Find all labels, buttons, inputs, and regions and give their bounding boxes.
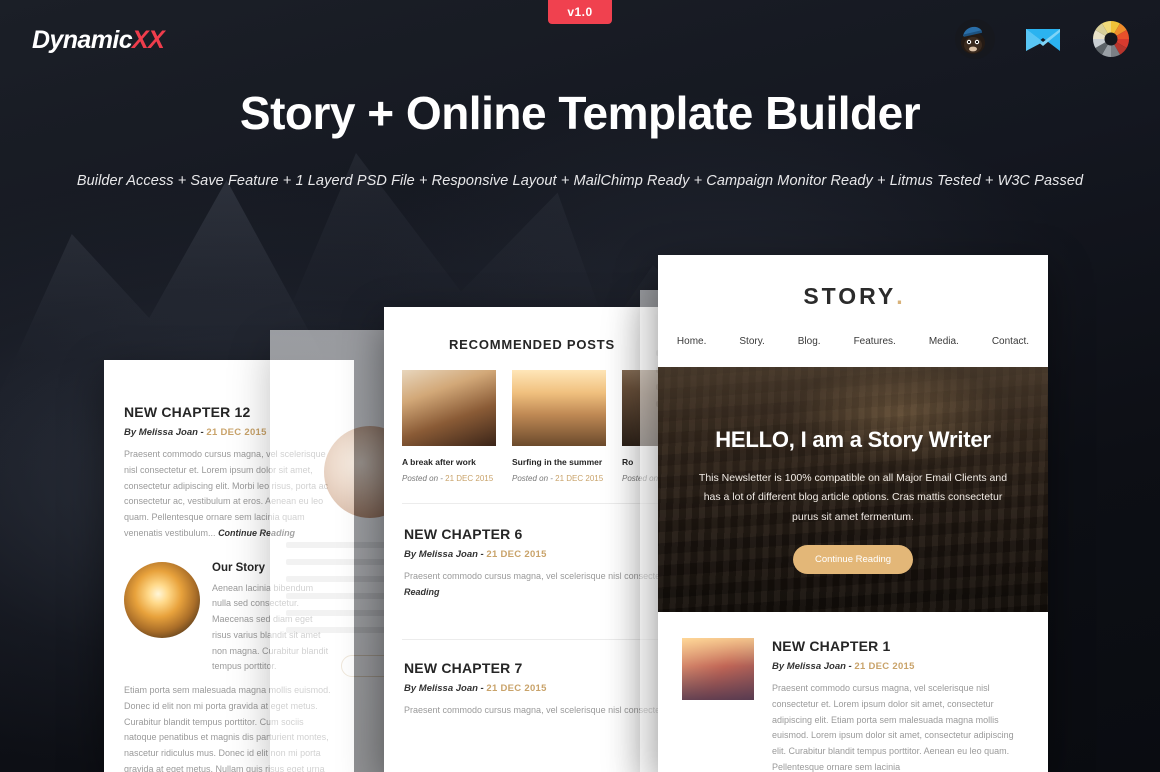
post-author: By Melissa Joan - <box>404 549 484 560</box>
post-author: By Melissa Joan - <box>124 427 204 438</box>
preview-card-right: STORY. Home. Story. Blog. Features. Medi… <box>658 255 1048 772</box>
mailchimp-icon <box>954 18 996 60</box>
hero-continue-reading-button[interactable]: Continue Reading <box>792 545 914 575</box>
brand-name-accent: XX <box>132 26 165 54</box>
preview-card-middle: RECOMMENDED POSTS A break after work Pos… <box>384 307 680 772</box>
nav-item-blog[interactable]: Blog. <box>798 336 821 347</box>
posted-label: Posted on - <box>402 474 443 483</box>
chapter-title: NEW CHAPTER 1 <box>772 638 891 654</box>
version-badge: v1.0 <box>548 0 612 24</box>
thumbnail-meta: Posted on - 21 DEC 2015 <box>512 474 606 483</box>
hero-title: HELLO, I am a Story Writer <box>715 427 991 452</box>
post-title: NEW CHAPTER 6 <box>404 526 523 542</box>
page-title: Story + Online Template Builder <box>239 87 921 139</box>
page-subtitle: Builder Access + Save Feature + 1 Layerd… <box>76 173 1084 189</box>
post-meta: By Melissa Joan - 21 DEC 2015 <box>404 549 660 560</box>
our-story-image <box>124 561 200 638</box>
client-icon-group <box>954 18 1132 60</box>
chapter-date: 21 DEC 2015 <box>854 661 915 672</box>
thumbnail-date: 21 DEC 2015 <box>555 474 604 483</box>
recommended-thumbnails: A break after work Posted on - 21 DEC 20… <box>384 370 680 483</box>
chapter-author: By Melissa Joan - <box>772 661 852 672</box>
thumbnail-title: Surfing in the summer <box>512 457 603 467</box>
promo-screenshot: v1.0 DynamicXX Story + Online Template B… <box>0 0 1160 772</box>
chapter-meta: By Melissa Joan - 21 DEC 2015 <box>772 661 1024 672</box>
nav-item-features[interactable]: Features. <box>854 336 896 347</box>
brand-logo: DynamicXX <box>32 26 165 55</box>
thumbnail-item[interactable]: Surfing in the summer Posted on - 21 DEC… <box>512 370 606 483</box>
nav-item-home[interactable]: Home. <box>677 336 706 347</box>
color-wheel-icon <box>1090 18 1132 60</box>
brand-name-primary: Dynamic <box>32 26 133 54</box>
post-body: Praesent commodo cursus magna, vel scele… <box>404 704 660 715</box>
hero-banner: HELLO, I am a Story Writer This Newslett… <box>658 367 1048 612</box>
story-logo-text: STORY <box>803 283 897 309</box>
posted-label: Posted on - <box>512 474 553 483</box>
campaign-monitor-icon <box>1022 18 1064 60</box>
nav-item-media[interactable]: Media. <box>929 336 959 347</box>
chapter-thumbnail-image <box>682 638 754 700</box>
post-body: Praesent commodo cursus magna, vel scele… <box>404 569 660 585</box>
thumbnail-image <box>512 370 606 446</box>
thumbnail-meta: Posted on - 21 DEC 2015 <box>402 474 496 483</box>
nav-item-story[interactable]: Story. <box>739 336 764 347</box>
chapter-preview-row: NEW CHAPTER 1 By Melissa Joan - 21 DEC 2… <box>658 612 1048 772</box>
post-date: 21 DEC 2015 <box>486 682 547 694</box>
continue-reading-tail: Reading <box>404 585 660 601</box>
continue-reading-link[interactable]: Reading <box>404 587 440 597</box>
post-meta: By Melissa Joan - 21 DEC 2015 <box>404 683 660 694</box>
post-date: 21 DEC 2015 <box>486 549 547 560</box>
thumbnail-date: 21 DEC 2015 <box>445 474 494 483</box>
story-logo: STORY. <box>658 255 1048 310</box>
nav-item-contact[interactable]: Contact. <box>992 336 1029 347</box>
thumbnail-image <box>402 370 496 446</box>
post-title: NEW CHAPTER 7 <box>404 659 523 676</box>
hero-subtitle: This Newsletter is 100% compatible on al… <box>698 472 1008 523</box>
chapter-body: Praesent commodo cursus magna, vel scele… <box>772 683 1014 772</box>
post-author: By Melissa Joan - <box>404 682 484 694</box>
thumbnail-item[interactable]: A break after work Posted on - 21 DEC 20… <box>402 370 496 483</box>
post-date: 21 DEC 2015 <box>206 427 267 438</box>
story-navbar: Home. Story. Blog. Features. Media. Cont… <box>658 310 1048 367</box>
recommended-posts-heading: RECOMMENDED POSTS <box>448 337 615 352</box>
thumbnail-title: A break after work <box>402 457 476 467</box>
post-body-text: Praesent commodo cursus magna, vel scele… <box>404 571 660 581</box>
story-logo-dot: . <box>896 283 903 309</box>
